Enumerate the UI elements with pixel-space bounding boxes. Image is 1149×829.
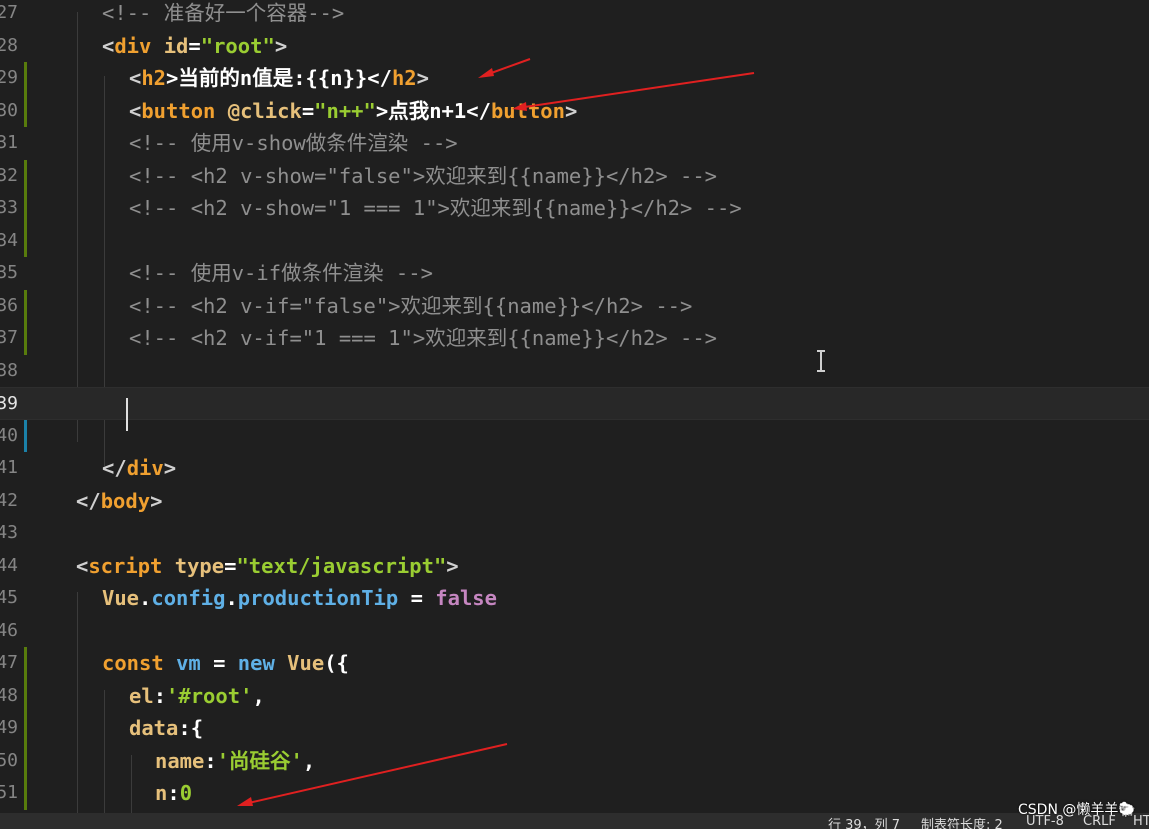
code-line[interactable]: 34 [0,224,1149,257]
code-text: <!-- <h2 v-if="1 === 1">欢迎来到{{name}}</h2… [129,326,718,350]
line-number: 33 [0,197,18,218]
cursor-position[interactable]: 行 39，列 7 [828,814,900,829]
code-line[interactable]: 50 name:'尚硅谷', [0,744,1149,777]
line-number: 37 [0,327,18,348]
gutter-change-marker [24,289,27,322]
code-line[interactable]: 35 <!-- 使用v-if做条件渲染 --> [0,257,1149,290]
code-text: <div id="root"> [102,33,288,58]
line-number: 45 [0,587,18,608]
code-line[interactable]: 49 data:{ [0,712,1149,745]
line-number: 49 [0,717,18,738]
code-line[interactable]: 33 <!-- <h2 v-show="1 === 1">欢迎来到{{name}}… [0,192,1149,225]
code-text: <h2>当前的n值是:{{n}}</h2> [129,66,429,90]
code-line[interactable]: 51 n:0 [0,777,1149,810]
tab-size[interactable]: 制表符长度: 2 [921,814,1003,829]
line-number: 44 [0,554,18,576]
gutter-change-marker [24,94,27,127]
gutter-change-marker [24,322,27,355]
line-number: 47 [0,652,18,673]
code-text: <script type="text/javascript"> [76,553,459,578]
line-number: 32 [0,164,18,186]
code-text: n:0 [155,781,193,805]
code-line[interactable]: 44 <script type="text/javascript"> [0,550,1149,583]
gutter-change-marker [24,777,27,810]
code-line[interactable]: 38 [0,355,1149,388]
code-text: <button @click="n++">点我n+1</button> [129,98,578,123]
code-line[interactable]: 30 <button @click="n++">点我n+1</button> [0,94,1149,127]
code-text: <!-- 使用v-if做条件渲染 --> [129,261,433,285]
line-number: 43 [0,522,18,543]
line-number: 41 [0,457,18,478]
code-line[interactable]: 48 el:'#root', [0,679,1149,712]
text-caret [126,398,128,431]
code-text: <!-- 准备好一个容器--> [102,1,345,25]
code-text: </div> [102,456,177,480]
gutter-change-marker [24,647,27,680]
watermark: CSDN @懒羊羊🐑 [1018,802,1136,818]
line-number: 39 [0,393,18,414]
code-text: const vm = new Vue({ [102,651,349,675]
code-text: <!-- 使用v-show做条件渲染 --> [129,131,458,155]
code-text: name:'尚硅谷', [155,748,316,773]
code-line[interactable]: 47 const vm = new Vue({ [0,647,1149,680]
line-number: 35 [0,262,18,283]
gutter-change-marker [24,744,27,777]
line-number: 31 [0,132,18,153]
line-number: 27 [0,2,18,23]
line-number: 30 [0,99,18,121]
code-text: Vue.config.productionTip = false [102,586,497,610]
code-text: <!-- <h2 v-show="false">欢迎来到{{name}}</h2… [129,163,718,188]
code-text: data:{ [129,716,204,740]
gutter-change-marker [24,712,27,745]
code-text: <!-- <h2 v-if="false">欢迎来到{{name}}</h2> … [129,293,693,318]
gutter-change-marker [24,192,27,225]
line-number: 51 [0,782,18,803]
gutter-change-marker [24,419,27,452]
code-text: el:'#root', [129,683,265,708]
line-number: 46 [0,619,18,641]
mouse-ibeam-cursor-icon [817,350,825,372]
code-line[interactable]: 29 <h2>当前的n值是:{{n}}</h2> [0,62,1149,95]
code-editor[interactable]: 27 <!-- 准备好一个容器--> 28 <div id="root"> 29 <h2>… [0,0,1149,813]
line-number: 50 [0,749,18,771]
code-line[interactable]: 32 <!-- <h2 v-show="false">欢迎来到{{name}}</… [0,159,1149,192]
status-bar: 行 39，列 7 制表符长度: 2 UTF-8 CRLF HT [0,813,1149,829]
line-number: 36 [0,294,18,316]
gutter-change-marker [24,679,27,712]
code-line[interactable]: 31 <!-- 使用v-show做条件渲染 --> [0,127,1149,160]
code-line[interactable]: 46 [0,615,1149,648]
code-line[interactable]: 45 Vue.config.productionTip = false [0,582,1149,615]
code-text: </body> [76,488,163,513]
code-line[interactable]: 43 [0,517,1149,550]
line-number: 28 [0,34,18,56]
line-number: 40 [0,424,18,446]
gutter-change-marker [24,159,27,192]
gutter-change-marker [24,224,27,257]
line-number: 38 [0,359,18,381]
code-line[interactable]: 40 [0,419,1149,452]
line-number: 42 [0,489,18,511]
code-line[interactable]: 37 <!-- <h2 v-if="1 === 1">欢迎来到{{name}}</… [0,322,1149,355]
code-line[interactable]: 41 </div> [0,452,1149,485]
code-line[interactable]: 28 <div id="root"> [0,30,1149,63]
code-line[interactable]: 39 [0,387,1149,420]
code-line[interactable]: 42 </body> [0,485,1149,518]
code-text: <!-- <h2 v-show="1 === 1">欢迎来到{{name}}</… [129,196,742,220]
line-number: 34 [0,229,18,251]
code-line[interactable]: 27 <!-- 准备好一个容器--> [0,0,1149,30]
line-number: 29 [0,67,18,88]
code-line[interactable]: 36 <!-- <h2 v-if="false">欢迎来到{{name}}</h2… [0,289,1149,322]
line-number: 48 [0,684,18,706]
gutter-change-marker [24,62,27,95]
